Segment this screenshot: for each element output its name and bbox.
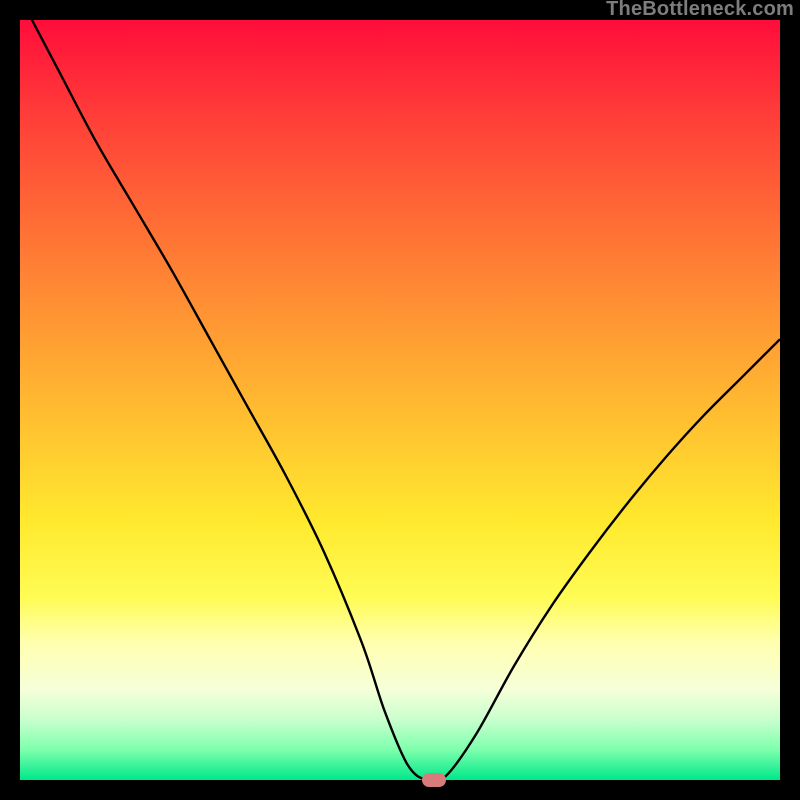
watermark-text: TheBottleneck.com	[606, 0, 794, 21]
optimum-marker	[422, 773, 446, 787]
curve-svg	[20, 20, 780, 780]
chart-frame: TheBottleneck.com	[0, 0, 800, 800]
bottleneck-curve	[20, 20, 780, 780]
plot-area	[20, 20, 780, 780]
